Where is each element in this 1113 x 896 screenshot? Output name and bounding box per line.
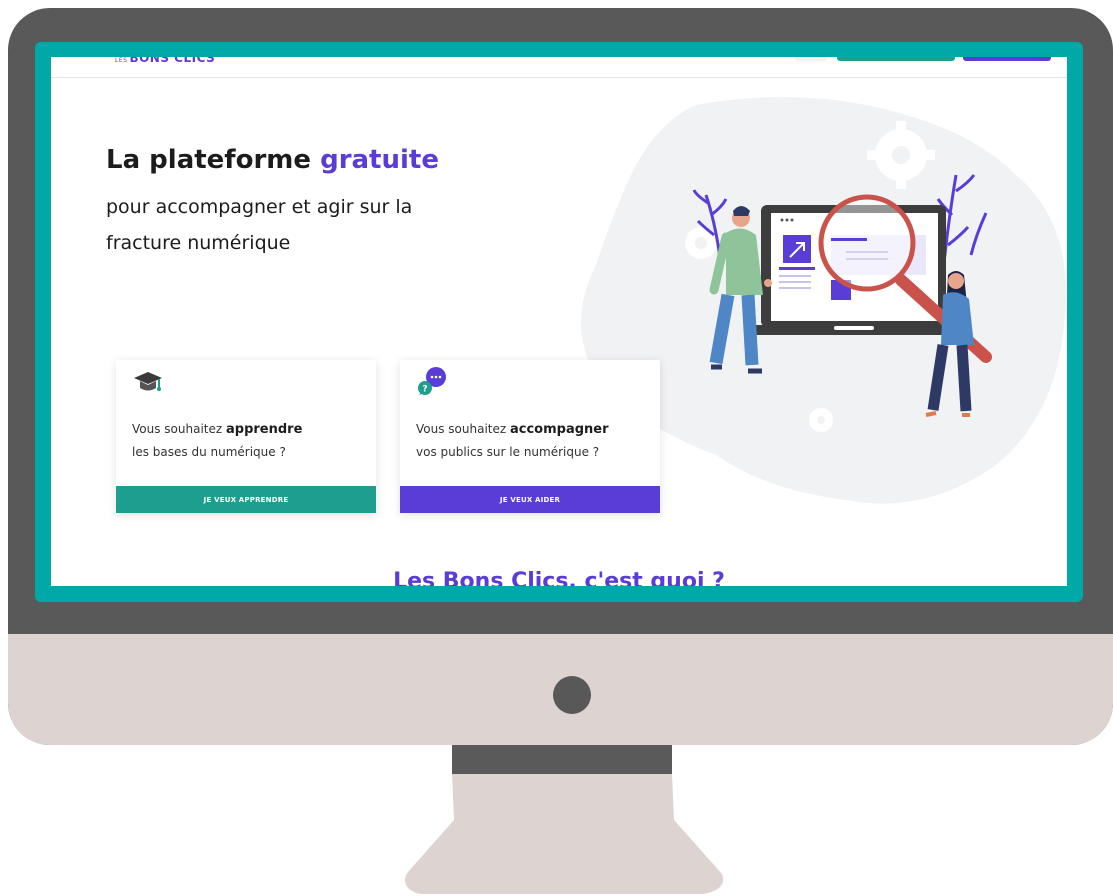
monitor-stand [405,774,724,894]
nav-button-menu[interactable] [795,57,827,61]
card-help-line2: vos publics sur le numérique ? [416,445,600,459]
chat-question-icon: ? [418,367,446,395]
logo[interactable]: LES BONS CLICS [115,57,215,65]
hero-subtitle-line2: fracture numérique [106,232,291,254]
hero-title: La plateforme gratuite [106,145,439,175]
section-title: Les Bons Clics, c'est quoi ? [393,569,725,586]
card-help: ? Vous souhaitez accompagner vos publics… [400,360,660,513]
power-button-icon [553,676,591,714]
card-learn: Vous souhaitez apprendre les bases du nu… [116,360,376,513]
card-help-intro: Vous souhaitez [416,422,510,436]
monitor-neck [452,745,672,775]
help-button[interactable]: JE VEUX AIDER [400,486,660,513]
hero-title-start: La plateforme [106,145,321,175]
svg-text:?: ? [422,385,427,395]
nav-button-purple[interactable] [963,57,1051,61]
site-header: LES BONS CLICS [51,57,1067,78]
hero-subtitle: pour accompagner et agir sur la fracture… [106,189,506,261]
graduation-cap-icon [134,372,162,391]
screen: LES BONS CLICS La plateforme gratuite pou… [51,57,1067,586]
hero-subtitle-line1: pour accompagner et agir sur la [106,196,413,218]
card-help-verb: accompagner [509,422,609,437]
card-learn-intro: Vous souhaitez [132,422,226,436]
hero-title-accent: gratuite [320,145,439,175]
logo-prefix: LES [115,57,128,64]
card-learn-text: Vous souhaitez apprendre les bases du nu… [132,418,302,463]
card-learn-line2: les bases du numérique ? [132,445,286,459]
logo-name: BONS CLICS [129,57,216,65]
card-learn-verb: apprendre [225,422,303,437]
gear-icon [809,408,833,432]
nav-button-teal[interactable] [837,57,955,61]
card-help-text: Vous souhaitez accompagner vos publics s… [416,418,609,463]
learn-button[interactable]: JE VEUX APPRENDRE [116,486,376,513]
